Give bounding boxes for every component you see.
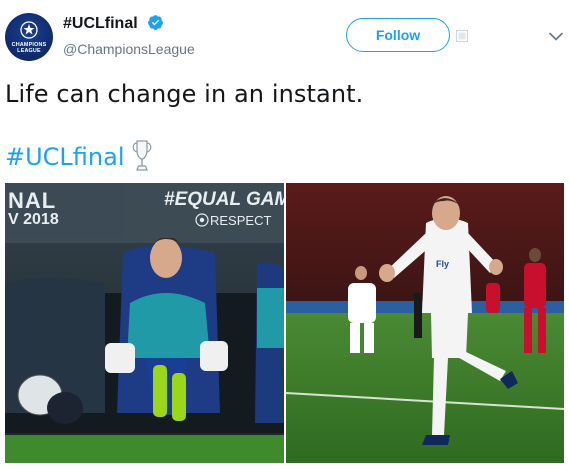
banner-right-line2: RESPECT — [210, 213, 272, 228]
uefa-logo-icon — [195, 213, 209, 227]
chevron-down-icon[interactable] — [549, 32, 563, 41]
banner-right-line1: #EQUAL GAM — [164, 189, 284, 210]
follow-options-icon[interactable] — [456, 30, 468, 42]
follow-button[interactable]: Follow — [346, 18, 450, 52]
hashtag-link[interactable]: #UCLfinal — [5, 142, 125, 172]
tweet-header: CHAMPIONS LEAGUE #UCLfinal @ChampionsLea… — [0, 0, 569, 62]
celebration-scene-image: Fly — [286, 183, 564, 463]
display-name[interactable]: #UCLfinal — [63, 15, 138, 32]
verified-badge-icon — [147, 14, 164, 36]
name-row: #UCLfinal — [63, 14, 164, 36]
banner-left-line2: V 2018 — [8, 211, 59, 228]
photo-celebration[interactable]: Fly — [286, 183, 564, 463]
svg-text:Fly: Fly — [436, 259, 449, 269]
photo-bench[interactable]: NAL V 2018 #EQUAL GAM RESPECT — [5, 183, 284, 463]
tweet-text: Life can change in an instant. — [5, 80, 364, 108]
avatar-label: CHAMPIONS LEAGUE — [11, 42, 47, 54]
avatar[interactable]: CHAMPIONS LEAGUE — [5, 13, 53, 61]
trophy-icon — [132, 140, 152, 171]
tweet-media[interactable]: NAL V 2018 #EQUAL GAM RESPECT Fly — [5, 183, 564, 463]
account-handle[interactable]: @ChampionsLeague — [63, 41, 195, 57]
